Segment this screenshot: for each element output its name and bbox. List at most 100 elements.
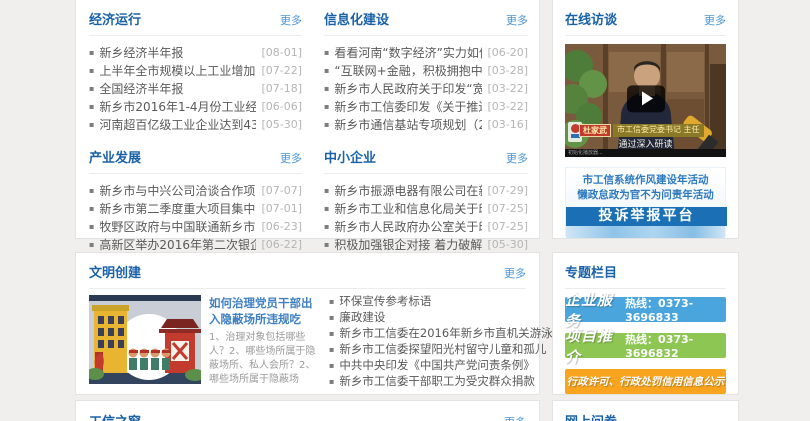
- more-link-sme[interactable]: 更多: [506, 150, 528, 166]
- industry-window-panel: 工信之窗 更多: [75, 400, 540, 421]
- portal-page: 经济运行 更多 ▪ 新乡经济半年报 [08-01]: [0, 0, 810, 421]
- section-economy: 经济运行 更多 ▪ 新乡经济半年报 [08-01]: [89, 0, 302, 133]
- news-date: [08-01]: [256, 46, 302, 59]
- news-date: [07-25]: [482, 220, 528, 233]
- complaint-report-banner[interactable]: 市工信系统作风建设年活动 懒政怠政为官不为问责年活动 投诉举报平台: [565, 167, 726, 236]
- bullet-icon: ▪: [329, 313, 334, 322]
- news-list-economy: ▪ 新乡经济半年报 [08-01] ▪ 上半年全市规模以上工业增加值同比增长8.…: [89, 43, 302, 133]
- bullet-icon: ▪: [324, 102, 329, 111]
- news-link[interactable]: 中共中央印发《中国共产党问责条例》: [339, 357, 535, 373]
- news-item: ▪ 河南超百亿级工业企业达到43家 [05-30]: [89, 115, 302, 133]
- more-link-industry[interactable]: 更多: [280, 150, 302, 166]
- bullet-icon: ▪: [329, 345, 334, 354]
- news-item: ▪ “互联网+金融，积极拥抱中小企业共赢2016新契 [03-28]: [324, 61, 528, 79]
- banner-label: 行政许可、行政处罚信用信息公示: [567, 374, 725, 389]
- news-date: [06-06]: [256, 100, 302, 113]
- news-item: ▪ 上半年全市规模以上工业增加值同比增长8.3% [07-22]: [89, 61, 302, 79]
- news-link[interactable]: 新乡市通信基站专项规划（2016－2020）通过专家评: [334, 116, 482, 133]
- news-link[interactable]: 新乡市第二季度重大项目集中开工: [99, 200, 256, 217]
- news-list-informatization: ▪ 看看河南“数字经济”实力如何 [06-20] ▪ “互联网+金融，积极拥抱中…: [324, 43, 528, 133]
- news-link[interactable]: 看看河南“数字经济”实力如何: [334, 44, 482, 61]
- complaint-line2: 懒政怠政为官不为问责年活动: [566, 188, 725, 203]
- news-link[interactable]: 高新区举办2016年第二次银企对接暨新三板培训会: [99, 236, 256, 253]
- section-title-civilization: 文明创建: [89, 262, 141, 281]
- banner-hotline: 热线：0373-3696832: [625, 331, 726, 360]
- news-link[interactable]: 新乡市人民政府办公室关于印发新乡市小额贷款公司风: [334, 218, 482, 235]
- section-title-economy: 经济运行: [89, 9, 141, 28]
- more-link-economy[interactable]: 更多: [280, 12, 302, 28]
- news-link[interactable]: 积极加强银企对接 着力破解融资困难: [334, 236, 482, 253]
- news-item: ▪ 新乡市振源电器有限公司在新三板成功挂牌 [07-29]: [324, 181, 528, 199]
- featured-article-title[interactable]: 如何治理党员干部出入隐蔽场所违规吃喝？看新乡: [209, 295, 317, 327]
- section-title-sme: 中小企业: [324, 147, 376, 166]
- news-link[interactable]: 新乡市与中兴公司洽谈合作项目: [99, 182, 256, 199]
- more-link-informatization[interactable]: 更多: [506, 12, 528, 28]
- bullet-icon: ▪: [324, 120, 329, 129]
- banner-enterprise-service[interactable]: 企业服务 热线：0373-3696833: [565, 297, 726, 322]
- news-date: [03-16]: [482, 118, 528, 131]
- news-item: ▪ 新乡经济半年报 [08-01]: [89, 43, 302, 61]
- section-title-special: 专题栏目: [565, 262, 617, 281]
- bullet-icon: ▪: [324, 222, 329, 231]
- bullet-icon: ▪: [89, 240, 94, 249]
- section-title-window: 工信之窗: [89, 411, 141, 421]
- section-informatization: 信息化建设 更多 ▪ 看看河南“数字经济”实力如何 [06-20]: [324, 0, 528, 133]
- news-link[interactable]: 河南超百亿级工业企业达到43家: [99, 116, 256, 133]
- news-date: [07-25]: [482, 202, 528, 215]
- bullet-icon: ▪: [89, 222, 94, 231]
- news-link[interactable]: 新乡市人民政府关于印发“宽带新乡”行动计划: [334, 80, 482, 97]
- news-item: ▪ 牧野区政府与中国联通新乡市分公司达成战略合作共识 [06-23]: [89, 217, 302, 235]
- more-link-window[interactable]: 更多: [504, 414, 526, 421]
- more-link-civilization[interactable]: 更多: [504, 265, 526, 281]
- play-button-icon[interactable]: [627, 85, 665, 112]
- news-column-right: 信息化建设 更多 ▪ 看看河南“数字经济”实力如何 [06-20]: [324, 0, 528, 271]
- section-title-survey: 网上问卷: [565, 411, 617, 421]
- bullet-icon: ▪: [324, 186, 329, 195]
- news-item: ▪ 全国经济半年报 [07-18]: [89, 79, 302, 97]
- news-date: [07-29]: [482, 184, 528, 197]
- news-item: ▪ 新乡市2016年1-4月份工业经济运行情况 [06-06]: [89, 97, 302, 115]
- news-link[interactable]: 新乡市工信委干部职工为受灾群众捐款: [339, 373, 535, 389]
- news-date: [06-20]: [482, 46, 528, 59]
- bullet-icon: ▪: [89, 186, 94, 195]
- news-link[interactable]: 廉政建设: [339, 309, 385, 325]
- section-title-interview: 在线访谈: [565, 9, 617, 28]
- section-sme: 中小企业 更多 ▪ 新乡市振源电器有限公司在新三板成功挂牌 [07-29]: [324, 136, 528, 253]
- video-caption-bar: 杜家武 市工信委党委书记 主任: [579, 124, 704, 137]
- news-column-left: 经济运行 更多 ▪ 新乡经济半年报 [08-01]: [89, 0, 302, 271]
- news-date: [03-22]: [482, 82, 528, 95]
- news-link[interactable]: 新乡市工信委探望阳光村留守儿童和孤儿: [339, 341, 546, 357]
- news-link[interactable]: 新乡市振源电器有限公司在新三板成功挂牌: [334, 182, 482, 199]
- news-item: ▪ 新乡市人民政府办公室关于印发新乡市小额贷款公司风 [07-25]: [324, 217, 528, 235]
- news-item: ▪ 新乡市与中兴公司洽谈合作项目 [07-07]: [89, 181, 302, 199]
- bullet-icon: ▪: [89, 120, 94, 129]
- news-date: [03-28]: [482, 64, 528, 77]
- complaint-platform-button[interactable]: 投诉举报平台: [566, 207, 727, 226]
- news-item: ▪ 看看河南“数字经济”实力如何 [06-20]: [324, 43, 528, 61]
- news-link[interactable]: 全国经济半年报: [99, 80, 183, 97]
- banner-project-promotion[interactable]: 项目推介 热线：0373-3696832: [565, 333, 726, 358]
- news-link[interactable]: 上半年全市规模以上工业增加值同比增长8.3%: [99, 62, 256, 79]
- section-title-industry: 产业发展: [89, 147, 141, 166]
- more-link-interview[interactable]: 更多: [704, 12, 726, 28]
- news-link[interactable]: 环保宣传参考标语: [339, 293, 431, 309]
- bullet-icon: ▪: [89, 102, 94, 111]
- news-link[interactable]: 牧野区政府与中国联通新乡市分公司达成战略合作共识: [99, 218, 256, 235]
- video-player-bar[interactable]: 初始化播放器...: [565, 149, 726, 157]
- news-link[interactable]: 新乡市工业和信息化局关于印发《2014年担保公司、小: [334, 200, 482, 217]
- banner-credit-info-disclosure[interactable]: 行政许可、行政处罚信用信息公示: [565, 369, 726, 394]
- news-date: [07-07]: [256, 184, 302, 197]
- news-link[interactable]: 新乡经济半年报: [99, 44, 183, 61]
- civilization-cartoon-image[interactable]: [89, 295, 201, 384]
- online-survey-panel: 网上问卷: [552, 400, 739, 421]
- news-link[interactable]: “互联网+金融，积极拥抱中小企业共赢2016新契: [334, 62, 482, 79]
- news-link[interactable]: 新乡市工信委印发《关于推进“互联网+制造业”的实: [334, 98, 482, 115]
- news-item: ▪ 新乡市第二季度重大项目集中开工 [07-01]: [89, 199, 302, 217]
- special-columns-panel: 专题栏目 企业服务 热线：0373-3696833 项目推介 热线：0373-3…: [552, 252, 739, 395]
- interview-video-thumbnail[interactable]: 杜家武 市工信委党委书记 主任 通过深入研读 初始化播放器...: [565, 44, 726, 157]
- banner-hotline: 热线：0373-3696833: [625, 295, 726, 324]
- news-date: [06-23]: [256, 220, 302, 233]
- speaker-name-tag: 杜家武: [579, 124, 611, 137]
- news-link[interactable]: 新乡市2016年1-4月份工业经济运行情况: [99, 98, 256, 115]
- featured-article: 如何治理党员干部出入隐蔽场所违规吃喝？看新乡 1、治理对象包括哪些人？2、哪些场…: [209, 295, 317, 389]
